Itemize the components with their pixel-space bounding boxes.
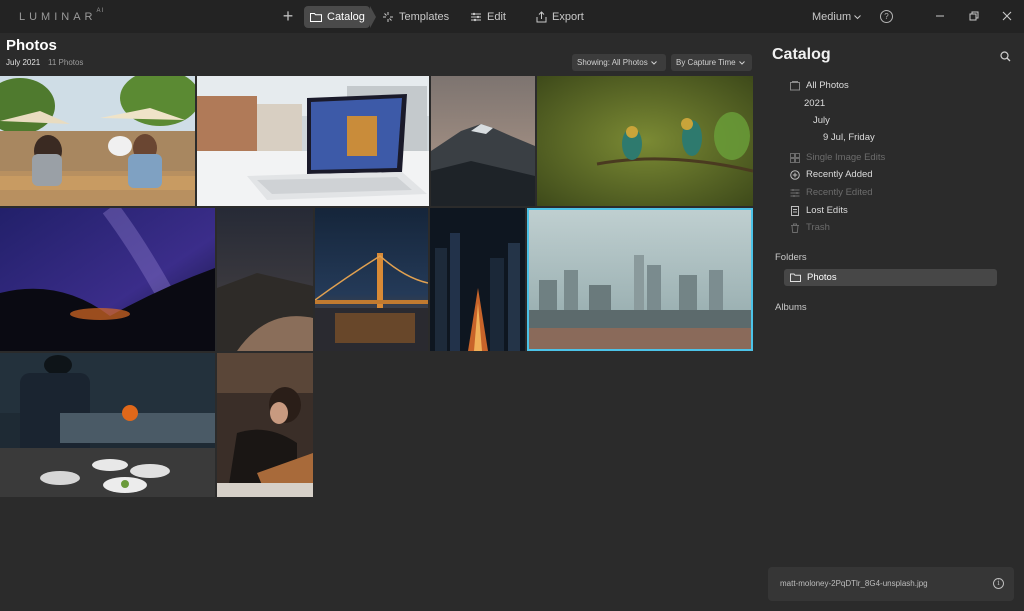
sliders-icon: [471, 12, 481, 22]
add-photos-button[interactable]: +: [279, 5, 297, 27]
tree-trash-label: Trash: [806, 222, 830, 233]
thumbnail-size-value: Medium: [812, 11, 852, 23]
tab-templates-label: Templates: [399, 11, 450, 23]
photo-thumbnail-golden-gate[interactable]: [315, 208, 428, 351]
tab-export[interactable]: Export: [530, 6, 590, 28]
photo-thumbnail-night-hills[interactable]: [217, 208, 313, 351]
tab-catalog[interactable]: Catalog: [304, 6, 376, 28]
minimize-button[interactable]: [932, 8, 948, 24]
file-name: matt-moloney-2PqDTlr_8G4-unsplash.jpg: [780, 579, 928, 588]
photo-thumbnail-mountain[interactable]: [431, 76, 535, 206]
tab-templates[interactable]: Templates: [376, 6, 455, 28]
tab-edit-label: Edit: [487, 11, 506, 23]
tree-month-label: July: [813, 115, 830, 126]
tree-single-image-edits[interactable]: Single Image Edits: [790, 152, 885, 163]
folder-icon: [790, 273, 801, 282]
app-logo: LUMINARAI: [19, 8, 105, 23]
help-icon[interactable]: ?: [880, 10, 893, 23]
tree-trash[interactable]: Trash: [790, 222, 830, 233]
tree-single-image-edits-label: Single Image Edits: [806, 152, 886, 163]
folder-item-label: Photos: [807, 272, 837, 283]
showing-filter-dropdown[interactable]: Showing: All Photos: [572, 54, 666, 71]
trash-icon: [791, 223, 799, 233]
photos-icon: [790, 80, 800, 90]
tree-recently-added-label: Recently Added: [806, 169, 873, 180]
tree-lost-edits[interactable]: Lost Edits: [790, 205, 848, 216]
share-icon: [536, 11, 547, 23]
date-group-label: July 2021: [6, 58, 41, 67]
photo-thumbnail-pastry-chef[interactable]: [217, 353, 313, 497]
document-icon: [791, 205, 799, 216]
showing-filter-label: Showing: All Photos: [577, 58, 648, 67]
albums-section-label: Albums: [775, 302, 807, 313]
page-title: Photos: [6, 37, 57, 54]
chevron-down-icon: [854, 14, 861, 19]
tab-edit[interactable]: Edit: [464, 6, 512, 28]
folders-section-label: Folders: [775, 252, 807, 263]
close-icon: [1002, 11, 1012, 21]
photo-thumbnail-cafe[interactable]: [0, 76, 195, 206]
photo-thumbnail-chef[interactable]: [0, 353, 215, 497]
info-icon[interactable]: i: [993, 578, 1004, 589]
tab-export-label: Export: [552, 11, 584, 23]
photo-thumbnail-milky-way[interactable]: [0, 208, 215, 351]
sliders-icon: [790, 188, 800, 197]
tree-day-9-jul[interactable]: 9 Jul, Friday: [823, 132, 875, 143]
search-icon[interactable]: [1000, 49, 1011, 67]
tree-month-july[interactable]: July: [813, 115, 830, 126]
folder-item-photos[interactable]: Photos: [784, 269, 997, 286]
tree-year-label: 2021: [804, 98, 826, 109]
photo-thumbnail-laptop[interactable]: [197, 76, 429, 206]
tree-recently-added[interactable]: Recently Added: [790, 169, 873, 180]
tab-catalog-label: Catalog: [327, 11, 365, 23]
chevron-down-icon: [738, 60, 745, 65]
plus-circle-icon: [790, 169, 800, 180]
close-button[interactable]: [999, 8, 1015, 24]
sort-label: By Capture Time: [676, 58, 736, 67]
chevron-down-icon: [650, 60, 657, 65]
grid-icon: [790, 152, 800, 163]
tree-all-photos[interactable]: All Photos: [790, 80, 849, 91]
photo-thumbnail-birds[interactable]: [537, 76, 753, 206]
tree-recently-edited[interactable]: Recently Edited: [790, 187, 873, 198]
thumbnail-size-select[interactable]: Medium: [812, 6, 861, 28]
photo-thumbnail-city-night[interactable]: [430, 208, 525, 351]
minimize-icon: [936, 15, 944, 17]
tree-lost-edits-label: Lost Edits: [806, 205, 848, 216]
sort-dropdown[interactable]: By Capture Time: [671, 54, 752, 71]
tree-recently-edited-label: Recently Edited: [806, 187, 873, 198]
photo-count: 11 Photos: [48, 58, 84, 67]
sparkle-icon: [383, 12, 393, 22]
file-info-bar: matt-moloney-2PqDTlr_8G4-unsplash.jpg i: [768, 567, 1014, 601]
panel-title: Catalog: [772, 46, 831, 63]
restore-icon: [969, 11, 979, 21]
photo-thumbnail-foggy-skyline[interactable]: [527, 208, 753, 351]
tree-day-label: 9 Jul, Friday: [823, 132, 875, 143]
folder-icon: [310, 13, 322, 22]
top-bar: LUMINARAI + Catalog Templates Edit Expor…: [0, 0, 1024, 33]
tree-year-2021[interactable]: 2021: [804, 98, 825, 109]
tree-all-photos-label: All Photos: [806, 80, 849, 91]
restore-button[interactable]: [966, 8, 982, 24]
